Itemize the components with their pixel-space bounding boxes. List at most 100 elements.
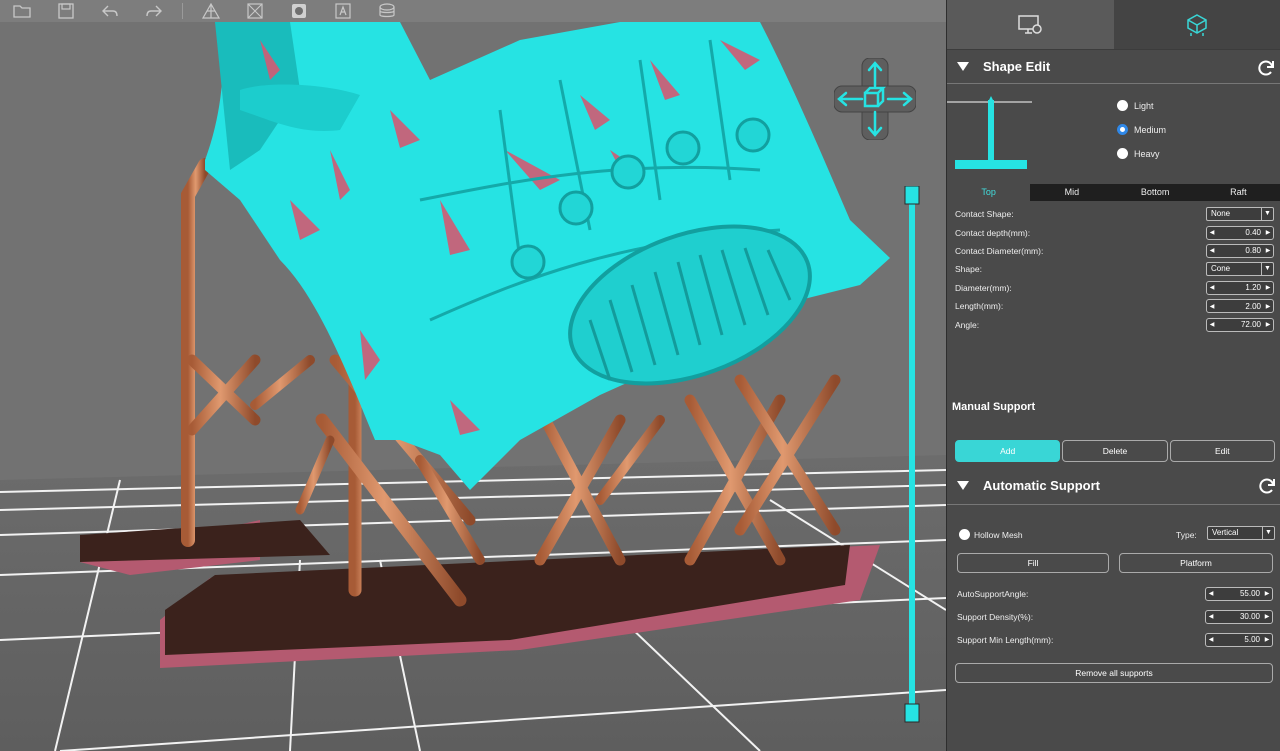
contact-diameter-spinbox[interactable]: ◀ 0.80 ▶ xyxy=(1206,243,1274,258)
support-tab[interactable] xyxy=(1113,0,1280,50)
type-value: Vertical xyxy=(1212,528,1239,537)
refresh-icon[interactable] xyxy=(1256,58,1276,78)
increment-arrow-icon[interactable]: ▶ xyxy=(1263,284,1273,291)
panel-tabs xyxy=(947,0,1280,50)
save-icon[interactable] xyxy=(44,0,88,22)
edit-support-button[interactable]: Edit xyxy=(1169,440,1275,462)
support-part-tabs: Top Mid Bottom Raft xyxy=(947,184,1280,201)
contact-shape-value: None xyxy=(1211,209,1231,219)
hollow-mesh-label: Hollow Mesh xyxy=(974,530,1023,540)
auto-angle-row: AutoSupportAngle: ◀ 55.00 ▶ xyxy=(957,582,1280,605)
add-support-button[interactable]: Add xyxy=(955,440,1061,462)
contact-depth-row: Contact depth(mm): ◀ 0.40 ▶ xyxy=(955,223,1280,241)
shape-edit-header[interactable]: Shape Edit xyxy=(947,50,1280,84)
support-density-row: Support Density(%): ◀ 30.00 ▶ xyxy=(957,605,1280,628)
type-select[interactable]: Vertical ▼ xyxy=(1207,526,1275,540)
increment-arrow-icon[interactable]: ▶ xyxy=(1263,247,1273,254)
chevron-down-icon: ▼ xyxy=(1261,208,1273,221)
contact-diameter-value[interactable]: 0.80 xyxy=(1217,246,1263,255)
support-min-length-value[interactable]: 5.00 xyxy=(1216,635,1262,644)
support-mode-icon[interactable] xyxy=(189,0,233,22)
length-spinbox[interactable]: ◀ 2.00 ▶ xyxy=(1206,299,1274,314)
scene-render[interactable] xyxy=(0,0,946,751)
toolbar-divider xyxy=(182,3,183,19)
decrement-arrow-icon[interactable]: ◀ xyxy=(1206,613,1216,620)
tab-top[interactable]: Top xyxy=(947,184,1031,201)
settings-tab[interactable] xyxy=(947,0,1114,50)
auto-support-params: AutoSupportAngle: ◀ 55.00 ▶ Support Dens… xyxy=(947,579,1280,651)
automatic-support-title: Automatic Support xyxy=(983,478,1100,493)
monitor-settings-icon xyxy=(1018,14,1042,34)
increment-arrow-icon[interactable]: ▶ xyxy=(1262,590,1272,597)
radio-heavy[interactable] xyxy=(1117,148,1128,159)
preset-light[interactable]: Light xyxy=(1117,100,1154,111)
collapse-triangle-icon[interactable] xyxy=(957,62,969,71)
increment-arrow-icon[interactable]: ▶ xyxy=(1262,613,1272,620)
increment-arrow-icon[interactable]: ▶ xyxy=(1263,303,1273,310)
fill-button[interactable]: Fill xyxy=(957,553,1109,573)
layer-slider[interactable] xyxy=(904,186,920,726)
manual-support-buttons: Add Delete Edit xyxy=(955,440,1275,462)
angle-row: Angle: ◀ 72.00 ▶ xyxy=(955,315,1280,333)
preset-heavy-label: Heavy xyxy=(1134,148,1160,159)
increment-arrow-icon[interactable]: ▶ xyxy=(1263,321,1273,328)
length-row: Length(mm): ◀ 2.00 ▶ xyxy=(955,297,1280,315)
platform-button[interactable]: Platform xyxy=(1119,553,1273,573)
increment-arrow-icon[interactable]: ▶ xyxy=(1263,229,1273,236)
tab-mid[interactable]: Mid xyxy=(1030,184,1114,201)
shape-params: Contact Shape: None ▼ Contact depth(mm):… xyxy=(947,201,1280,334)
refresh-icon[interactable] xyxy=(1257,476,1277,496)
open-folder-icon[interactable] xyxy=(0,0,44,22)
contact-depth-spinbox[interactable]: ◀ 0.40 ▶ xyxy=(1206,225,1274,240)
view-navigation-cube[interactable] xyxy=(834,58,916,140)
undo-icon[interactable] xyxy=(88,0,132,22)
label-icon[interactable] xyxy=(321,0,365,22)
automatic-support-header[interactable]: Automatic Support xyxy=(947,467,1280,505)
shape-select[interactable]: Cone ▼ xyxy=(1206,262,1274,277)
decrement-arrow-icon[interactable]: ◀ xyxy=(1207,284,1217,291)
support-preview-icon xyxy=(947,96,1032,169)
move-icon[interactable] xyxy=(233,0,277,22)
decrement-arrow-icon[interactable]: ◀ xyxy=(1207,247,1217,254)
length-value[interactable]: 2.00 xyxy=(1217,302,1263,311)
decrement-arrow-icon[interactable]: ◀ xyxy=(1206,590,1216,597)
decrement-arrow-icon[interactable]: ◀ xyxy=(1207,303,1217,310)
auto-angle-value[interactable]: 55.00 xyxy=(1216,589,1262,598)
remove-all-row: Remove all supports xyxy=(947,659,1280,693)
diameter-row: Diameter(mm): ◀ 1.20 ▶ xyxy=(955,279,1280,297)
shape-edit-title: Shape Edit xyxy=(983,59,1051,74)
remove-all-supports-button[interactable]: Remove all supports xyxy=(955,663,1273,683)
contact-shape-select[interactable]: None ▼ xyxy=(1206,207,1274,222)
support-min-length-spinbox[interactable]: ◀ 5.00 ▶ xyxy=(1205,632,1273,647)
support-density-value[interactable]: 30.00 xyxy=(1216,612,1262,621)
angle-spinbox[interactable]: ◀ 72.00 ▶ xyxy=(1206,317,1274,332)
radio-medium[interactable] xyxy=(1117,124,1128,135)
auto-angle-spinbox[interactable]: ◀ 55.00 ▶ xyxy=(1205,586,1273,601)
increment-arrow-icon[interactable]: ▶ xyxy=(1262,636,1272,643)
3d-viewport[interactable] xyxy=(0,0,946,751)
contact-depth-value[interactable]: 0.40 xyxy=(1217,228,1263,237)
tab-bottom[interactable]: Bottom xyxy=(1113,184,1197,201)
hollow-mesh-radio[interactable] xyxy=(959,529,970,540)
diameter-value[interactable]: 1.20 xyxy=(1217,283,1263,292)
angle-value[interactable]: 72.00 xyxy=(1217,320,1263,329)
support-min-length-row: Support Min Length(mm): ◀ 5.00 ▶ xyxy=(957,628,1280,651)
delete-support-button[interactable]: Delete xyxy=(1062,440,1168,462)
support-shape-preview: Light Medium Heavy xyxy=(947,84,1280,184)
support-density-spinbox[interactable]: ◀ 30.00 ▶ xyxy=(1205,609,1273,624)
chevron-down-icon: ▼ xyxy=(1261,263,1273,276)
collapse-triangle-icon[interactable] xyxy=(957,481,969,490)
diameter-spinbox[interactable]: ◀ 1.20 ▶ xyxy=(1206,280,1274,295)
decrement-arrow-icon[interactable]: ◀ xyxy=(1207,321,1217,328)
decrement-arrow-icon[interactable]: ◀ xyxy=(1207,229,1217,236)
preset-heavy[interactable]: Heavy xyxy=(1117,148,1160,159)
tab-raft[interactable]: Raft xyxy=(1196,184,1280,201)
redo-icon[interactable] xyxy=(132,0,176,22)
preset-light-label: Light xyxy=(1134,100,1154,111)
scale-icon[interactable] xyxy=(277,0,321,22)
shape-value: Cone xyxy=(1211,264,1231,274)
layers-icon[interactable] xyxy=(365,0,409,22)
decrement-arrow-icon[interactable]: ◀ xyxy=(1206,636,1216,643)
preset-medium[interactable]: Medium xyxy=(1117,124,1166,135)
radio-light[interactable] xyxy=(1117,100,1128,111)
